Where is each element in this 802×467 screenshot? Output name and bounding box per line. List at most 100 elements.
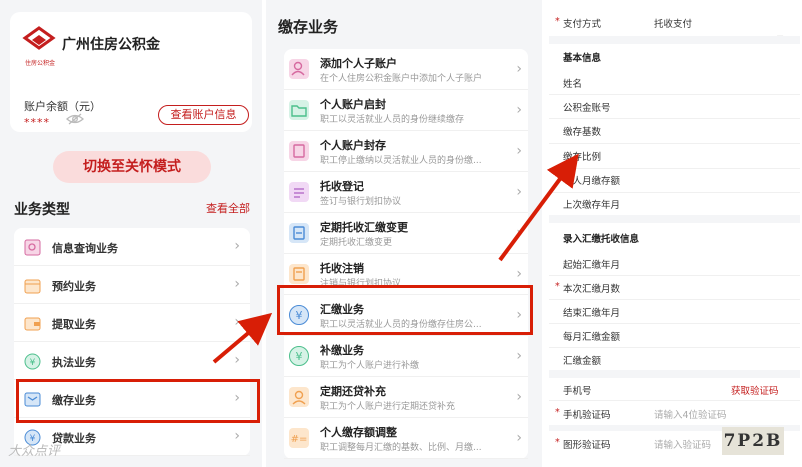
repay-icon: [289, 387, 309, 407]
watermark: 大众点评: [8, 444, 61, 459]
section-divider: [549, 215, 800, 223]
get-code-button[interactable]: 获取验证码: [731, 383, 779, 397]
folder-icon: [289, 100, 309, 120]
chevron-right-icon: ›: [516, 143, 522, 159]
business-item-law[interactable]: ¥ 执法业务 ›: [14, 342, 250, 380]
highlight-box-deposit: [16, 379, 260, 423]
chevron-right-icon: ›: [234, 238, 240, 254]
service-desc: 职工以灵活就业人员的身份继续缴存: [320, 115, 465, 125]
service-desc: 职工调整每月汇缴的基数、比例、月缴...: [320, 443, 482, 453]
business-item-label: 执法业务: [52, 356, 96, 369]
account-card: 住房公积金 广州住房公积金 账户余额（元） **** 查看账户信息: [10, 12, 252, 132]
row-divider: [549, 192, 800, 193]
deposit-panel: 缴存业务 添加个人子账户 在个人住房公积金账户中添加个人子账户 › 个人账户启封…: [266, 0, 542, 467]
chevron-right-icon: ›: [516, 61, 522, 77]
section-title: 录入汇缴托收信息: [563, 234, 640, 245]
chevron-right-icon: ›: [516, 389, 522, 405]
sms-code-input[interactable]: 请输入4位验证码: [654, 407, 727, 421]
svg-text:#=: #=: [291, 434, 308, 445]
field-value: 托收支付: [654, 19, 693, 30]
seal-icon: [289, 141, 309, 161]
row-divider: [549, 323, 800, 324]
view-all-link[interactable]: 查看全部: [206, 200, 250, 216]
business-item-label: 预约业务: [52, 280, 96, 293]
required-mark: *: [555, 281, 560, 292]
field-label: 支付方式: [563, 19, 602, 30]
page-title: 缴存业务: [278, 18, 339, 36]
service-desc: 定期托收汇缴变更: [320, 238, 393, 248]
add-user-icon: [289, 59, 309, 79]
svg-text:¥: ¥: [30, 358, 36, 368]
change-icon: [289, 223, 309, 243]
service-title: 添加个人子账户: [320, 57, 397, 70]
service-item[interactable]: #= 个人缴存额调整 职工调整每月汇缴的基数、比例、月缴... ›: [284, 418, 528, 459]
service-item[interactable]: 个人账户启封 职工以灵活就业人员的身份继续缴存 ›: [284, 90, 528, 131]
service-desc: 职工停止缴纳以灵活就业人员的身份缴...: [320, 156, 482, 166]
chevron-right-icon: ›: [234, 314, 240, 330]
field-label: 缴存基数: [563, 127, 602, 138]
business-item-withdraw[interactable]: 提取业务 ›: [14, 304, 250, 342]
balance-label: 账户余额（元）: [24, 100, 101, 113]
section-divider: [549, 370, 800, 378]
highlight-box-remit: [277, 285, 533, 335]
chevron-right-icon: ›: [234, 276, 240, 292]
section-title: 基本信息: [563, 53, 602, 64]
adjust-icon: #=: [289, 428, 309, 448]
service-item[interactable]: ¥ 补缴业务 职工为个人账户进行补缴 ›: [284, 336, 528, 377]
care-mode-button[interactable]: 切换至关怀模式: [53, 151, 211, 183]
captcha-input[interactable]: 请输入验证码: [654, 437, 711, 451]
logo-caption: 住房公积金: [24, 60, 55, 67]
supplement-icon: ¥: [289, 346, 309, 366]
view-account-button[interactable]: 查看账户信息: [158, 105, 249, 125]
chevron-right-icon: ›: [234, 352, 240, 368]
service-item[interactable]: 定期还贷补充 职工为个人账户进行定期还贷补充 ›: [284, 377, 528, 418]
eye-hidden-icon[interactable]: [66, 112, 84, 126]
field-label: 姓名: [563, 79, 583, 90]
service-item[interactable]: 添加个人子账户 在个人住房公积金账户中添加个人子账户 ›: [284, 49, 528, 90]
field-label: 缴存比例: [563, 152, 602, 163]
field-label: 起始汇缴年月: [563, 260, 621, 271]
gjj-logo-icon: [22, 26, 56, 50]
row-divider: [549, 168, 800, 169]
chevron-right-icon: ›: [516, 430, 522, 446]
deposit-service-list: 添加个人子账户 在个人住房公积金账户中添加个人子账户 › 个人账户启封 职工以灵…: [284, 49, 528, 459]
field-label: 手机验证码: [563, 410, 611, 421]
chevron-right-icon: ›: [516, 348, 522, 364]
field-label: 个人月缴存额: [563, 176, 621, 187]
field-label: 图形验证码: [563, 440, 611, 451]
chevron-right-icon: ›: [516, 184, 522, 200]
service-item[interactable]: 定期托收汇缴变更 定期托收汇缴变更 ›: [284, 213, 528, 254]
chevron-right-icon: ›: [516, 102, 522, 118]
chevron-right-icon: ›: [234, 428, 240, 444]
chevron-right-icon: ›: [516, 266, 522, 282]
service-title: 个人缴存额调整: [320, 426, 397, 439]
service-item[interactable]: 个人账户封存 职工停止缴纳以灵活就业人员的身份缴... ›: [284, 131, 528, 172]
row-divider: [549, 299, 800, 300]
service-desc: 职工为个人账户进行补缴: [320, 361, 420, 371]
business-item-label: 信息查询业务: [52, 242, 118, 255]
chevron-right-icon: ›: [516, 225, 522, 241]
required-mark: *: [555, 437, 560, 448]
field-label: 上次缴存年月: [563, 200, 621, 211]
business-item-appointment[interactable]: 预约业务 ›: [14, 266, 250, 304]
required-mark: *: [555, 16, 560, 27]
service-title: 定期托收汇缴变更: [320, 221, 408, 234]
service-title: 个人账户启封: [320, 98, 386, 111]
service-desc: 签订与银行划扣协议: [320, 197, 402, 207]
business-item-query[interactable]: 信息查询业务 ›: [14, 228, 250, 266]
remit-form-panel: * 支付方式 托收支付 ▼ 基本信息 姓名 公积金账号 缴存基数 缴存比例 个人…: [549, 0, 800, 467]
query-icon: [24, 239, 41, 256]
wallet-icon: [24, 317, 41, 331]
row-divider: [549, 347, 800, 348]
field-label: 每月汇缴金额: [563, 332, 621, 343]
calendar-icon: [24, 279, 41, 294]
section-divider: [549, 36, 800, 44]
service-title: 定期还贷补充: [320, 385, 386, 398]
service-desc: 在个人住房公积金账户中添加个人子账户: [320, 74, 483, 84]
service-title: 补缴业务: [320, 344, 364, 357]
field-label: 结束汇缴年月: [563, 308, 621, 319]
captcha-image[interactable]: 7P2B: [722, 427, 784, 455]
field-label: 汇缴金额: [563, 356, 602, 367]
row-divider: [549, 118, 800, 119]
service-item[interactable]: 托收登记 签订与银行划扣协议 ›: [284, 172, 528, 213]
